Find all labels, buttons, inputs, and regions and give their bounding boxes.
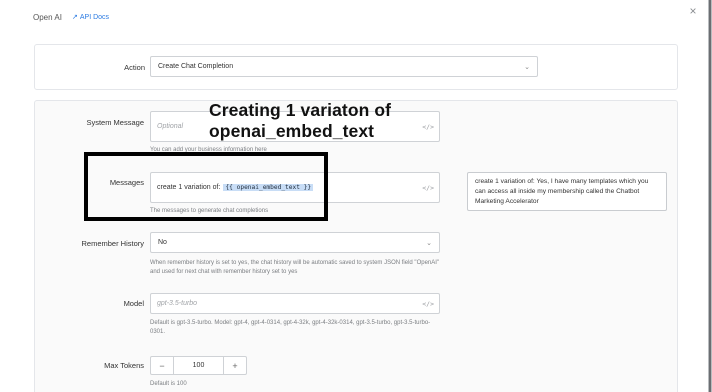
action-select[interactable]: Create Chat Completion ⌄ bbox=[150, 56, 538, 77]
api-docs-label: API Docs bbox=[79, 13, 110, 21]
max-tokens-label: Max Tokens bbox=[104, 361, 144, 370]
remember-history-select[interactable]: No ⌄ bbox=[150, 232, 440, 253]
model-label: Model bbox=[123, 299, 144, 308]
annotation-line-1: Creating 1 variaton of bbox=[209, 100, 392, 120]
annotation-highlight-box bbox=[84, 152, 328, 221]
scrollbar[interactable] bbox=[708, 0, 712, 392]
max-tokens-stepper[interactable]: − 100 + bbox=[150, 356, 247, 375]
messages-preview: create 1 variation of: Yes, I have many … bbox=[467, 172, 667, 211]
action-value: Create Chat Completion bbox=[158, 63, 234, 70]
chevron-down-icon: ⌄ bbox=[524, 63, 530, 71]
code-icon[interactable]: </> bbox=[422, 123, 434, 131]
close-icon[interactable]: × bbox=[686, 4, 700, 18]
max-tokens-help: Default is 100 bbox=[150, 381, 187, 387]
remember-history-label: Remember History bbox=[81, 239, 144, 248]
model-input[interactable]: gpt-3.5-turbo </> bbox=[150, 293, 440, 314]
system-message-label: System Message bbox=[86, 118, 144, 127]
external-link-icon: ↗ bbox=[72, 14, 78, 21]
max-tokens-value[interactable]: 100 bbox=[173, 357, 224, 374]
action-card: Action Create Chat Completion ⌄ bbox=[34, 44, 678, 90]
model-placeholder: gpt-3.5-turbo bbox=[157, 300, 198, 307]
system-message-placeholder: Optional bbox=[157, 123, 184, 130]
modal-title: Open AI bbox=[33, 13, 62, 22]
remember-history-value: No bbox=[158, 239, 167, 246]
annotation-line-2: openai_embed_text bbox=[209, 121, 375, 141]
model-help: Default is gpt-3.5-turbo. Model: gpt-4, … bbox=[150, 320, 431, 335]
increment-button[interactable]: + bbox=[224, 357, 246, 374]
code-icon[interactable]: </> bbox=[422, 300, 434, 308]
annotation-caption: Creating 1 variaton of openai_embed_text bbox=[209, 100, 391, 142]
action-label: Action bbox=[124, 63, 145, 72]
decrement-button[interactable]: − bbox=[151, 357, 173, 374]
code-icon[interactable]: </> bbox=[422, 184, 434, 192]
remember-history-help: When remember history is set to yes, the… bbox=[150, 260, 440, 275]
api-docs-link[interactable]: ↗ API Docs bbox=[72, 13, 110, 22]
modal: Open AI ↗ API Docs × Action Create Chat … bbox=[0, 0, 712, 392]
chevron-down-icon: ⌄ bbox=[426, 239, 432, 247]
